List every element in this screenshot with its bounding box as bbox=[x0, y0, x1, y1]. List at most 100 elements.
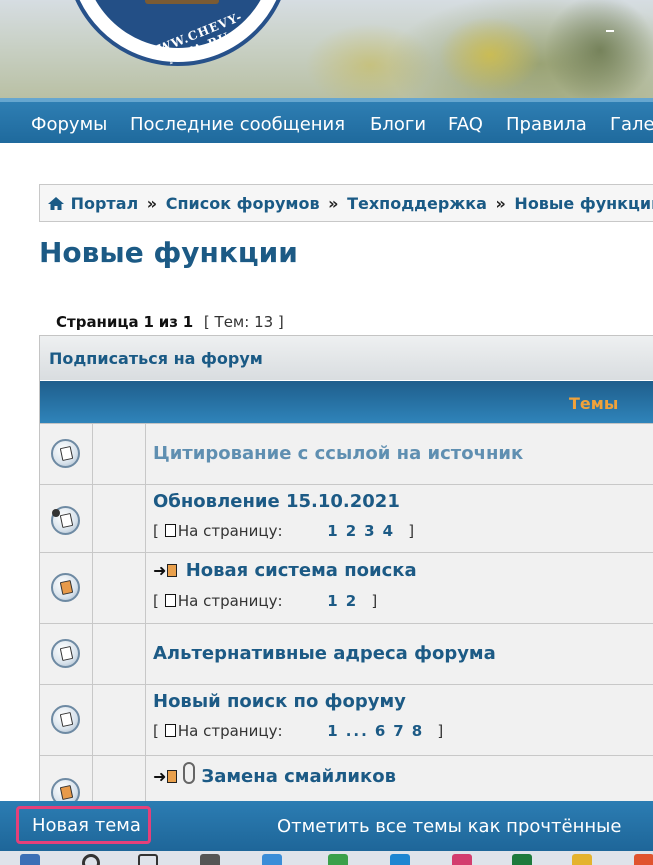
pages-bracket-close: ] bbox=[371, 592, 378, 610]
subscribe-forum-link[interactable]: Подписаться на форум bbox=[40, 335, 653, 380]
site-logo[interactable]: WWW.CHEVY-NIVA.RU bbox=[65, 0, 291, 67]
topic-status-cell bbox=[40, 685, 93, 755]
topic-title-link[interactable]: Замена смайликов bbox=[201, 766, 396, 787]
banner-mark bbox=[606, 30, 614, 32]
topic-status-cell bbox=[40, 424, 93, 484]
topics-table: Подписаться на форум Темы Цитирование с … bbox=[39, 335, 653, 805]
page-link[interactable]: 3 bbox=[364, 522, 376, 540]
topic-title-link[interactable]: Альтернативные адреса форума bbox=[153, 643, 496, 664]
topic-mark-cell bbox=[93, 685, 146, 755]
pages-bracket-close: ] bbox=[408, 522, 415, 540]
topics-table-header: Темы bbox=[40, 380, 653, 424]
new-topic-button[interactable]: Новая тема bbox=[16, 806, 151, 844]
app-icon[interactable] bbox=[452, 854, 472, 865]
topic-read-icon bbox=[51, 639, 80, 668]
topic-unread-icon bbox=[51, 506, 80, 535]
site-banner: WWW.CHEVY-NIVA.RU bbox=[0, 0, 653, 98]
topic-title-link[interactable]: Обновление 15.10.2021 bbox=[153, 491, 400, 512]
os-taskbar bbox=[0, 851, 653, 865]
topic-status-cell bbox=[40, 624, 93, 684]
table-row: Цитирование с ссылой на источник bbox=[40, 424, 653, 485]
breadcrumb-support[interactable]: Техподдержка bbox=[347, 194, 487, 213]
nav-item-gallery[interactable]: Гале bbox=[610, 114, 653, 135]
column-topics: Темы bbox=[569, 394, 619, 413]
task-view-icon[interactable] bbox=[138, 854, 158, 865]
pagination: Страница 1 из 1 [ Тем: 13 ] bbox=[56, 313, 284, 331]
topic-title-link[interactable]: Цитирование с ссылой на источник bbox=[153, 443, 523, 464]
page-link[interactable]: 1 bbox=[327, 592, 339, 610]
pages-bracket-open: [ bbox=[153, 592, 159, 610]
breadcrumb-separator: » bbox=[328, 194, 339, 213]
page-link[interactable]: 1 bbox=[327, 722, 339, 740]
app-icon[interactable] bbox=[634, 854, 653, 865]
page-ellipsis: ... bbox=[345, 722, 369, 740]
topic-mark-cell bbox=[93, 756, 146, 805]
topic-title-link[interactable]: Новая система поиска bbox=[186, 560, 417, 581]
pages-label: На страницу: bbox=[177, 722, 283, 740]
page-icon bbox=[164, 724, 176, 737]
topic-pages: [На страницу: 1... 6 7 8 ] bbox=[153, 722, 443, 740]
banner-flowers bbox=[430, 10, 550, 98]
goto-last-post-icon[interactable]: ➜ bbox=[153, 561, 178, 580]
breadcrumb: Портал » Список форумов » Техподдержка »… bbox=[39, 184, 653, 222]
topic-status-cell bbox=[40, 485, 93, 552]
pages-bracket-open: [ bbox=[153, 522, 159, 540]
page-link[interactable]: 4 bbox=[383, 522, 395, 540]
page-icon bbox=[164, 524, 176, 537]
pages-label: На страницу: bbox=[177, 522, 283, 540]
attachment-icon bbox=[183, 762, 196, 784]
page-link[interactable]: 2 bbox=[346, 522, 358, 540]
windows-start-icon[interactable] bbox=[20, 854, 40, 865]
app-icon[interactable] bbox=[328, 854, 348, 865]
page-link[interactable]: 7 bbox=[393, 722, 405, 740]
topic-title-link[interactable]: Новый поиск по форуму bbox=[153, 691, 406, 712]
topic-mark-cell bbox=[93, 424, 146, 484]
home-icon[interactable] bbox=[47, 196, 65, 215]
app-icon[interactable] bbox=[390, 854, 410, 865]
breadcrumb-separator: » bbox=[495, 194, 506, 213]
nav-item-faq[interactable]: FAQ bbox=[448, 114, 483, 135]
breadcrumb-forum-list[interactable]: Список форумов bbox=[166, 194, 320, 213]
page-link[interactable]: 6 bbox=[375, 722, 387, 740]
pagination-current: 1 bbox=[143, 313, 154, 331]
nav-item-forums[interactable]: Форумы bbox=[31, 114, 107, 135]
topic-title-row: ➜ Замена смайликов bbox=[153, 762, 396, 787]
table-row: Новый поиск по форуму [На страницу: 1...… bbox=[40, 685, 653, 756]
topic-read-icon bbox=[51, 705, 80, 734]
page-link[interactable]: 2 bbox=[346, 592, 358, 610]
bottom-action-bar: Новая тема Отметить все темы как прочтён… bbox=[0, 801, 653, 851]
nav-item-rules[interactable]: Правила bbox=[506, 114, 587, 135]
goto-last-post-icon[interactable]: ➜ bbox=[153, 767, 178, 786]
page-link[interactable]: 1 bbox=[327, 522, 339, 540]
logo-car-icon bbox=[145, 0, 219, 4]
page-title[interactable]: Новые функции bbox=[39, 236, 298, 269]
pagination-label: Страница bbox=[56, 313, 139, 331]
app-icon[interactable] bbox=[200, 854, 220, 865]
pagination-total: 1 bbox=[182, 313, 194, 331]
page-link[interactable]: 8 bbox=[412, 722, 424, 740]
excel-icon[interactable] bbox=[512, 854, 532, 865]
table-row: ➜ Новая система поиска [На страницу: 12 … bbox=[40, 553, 653, 624]
mark-all-read-button[interactable]: Отметить все темы как прочтённые bbox=[277, 816, 621, 837]
search-icon[interactable] bbox=[82, 854, 100, 865]
app-icon[interactable] bbox=[262, 854, 282, 865]
table-row: Альтернативные адреса форума bbox=[40, 624, 653, 685]
banner-foliage bbox=[540, 0, 653, 98]
topic-mark-cell bbox=[93, 553, 146, 623]
breadcrumb-new-features[interactable]: Новые функции bbox=[514, 194, 653, 213]
topic-status-cell bbox=[40, 756, 93, 805]
pages-bracket-close: ] bbox=[437, 722, 444, 740]
topic-mark-cell bbox=[93, 485, 146, 552]
breadcrumb-separator: » bbox=[146, 194, 158, 213]
table-row: Обновление 15.10.2021 [ На страницу: 1234… bbox=[40, 485, 653, 553]
nav-item-blogs[interactable]: Блоги bbox=[370, 114, 426, 135]
topic-mark-cell bbox=[93, 624, 146, 684]
topic-status-cell bbox=[40, 553, 93, 623]
breadcrumb-portal[interactable]: Портал bbox=[71, 194, 139, 213]
pages-label: На страницу: bbox=[177, 592, 283, 610]
folder-icon[interactable] bbox=[572, 854, 592, 865]
nav-item-latest[interactable]: Последние сообщения bbox=[130, 114, 345, 135]
page-icon bbox=[164, 594, 176, 607]
main-nav: Форумы Последние сообщения Блоги FAQ Пра… bbox=[0, 98, 653, 143]
topic-read-icon bbox=[51, 439, 80, 468]
